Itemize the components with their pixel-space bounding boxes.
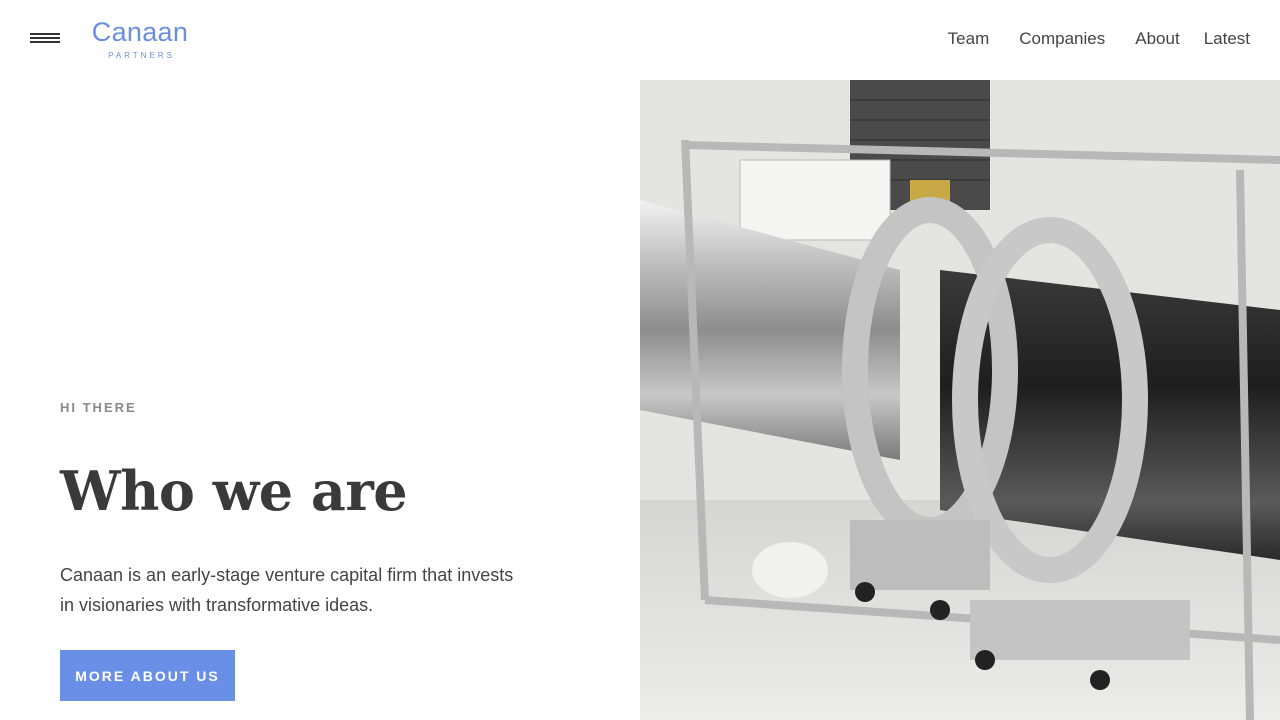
nav-link-companies[interactable]: Companies — [1019, 28, 1105, 50]
rocket-assembly-illustration — [640, 80, 1280, 720]
nav-link-team[interactable]: Team — [948, 28, 990, 50]
hamburger-menu-icon[interactable] — [30, 33, 60, 47]
hero-title: Who we are — [60, 459, 408, 523]
hero-image — [640, 80, 1280, 720]
logo-wordmark: Canaan — [91, 17, 189, 47]
hero-eyebrow: HI THERE — [60, 400, 137, 415]
site-header: Canaan PARTNERS Team Companies About Lat… — [0, 0, 1280, 80]
main-nav: Team Companies About Latest — [948, 28, 1250, 50]
logo-subtitle: PARTNERS — [108, 51, 175, 60]
nav-link-about[interactable]: About — [1135, 28, 1179, 50]
more-about-us-button[interactable]: MORE ABOUT US — [60, 650, 235, 701]
logo[interactable]: Canaan PARTNERS — [88, 16, 192, 61]
nav-link-latest[interactable]: Latest — [1204, 28, 1250, 50]
hero-description: Canaan is an early-stage venture capital… — [60, 565, 514, 615]
